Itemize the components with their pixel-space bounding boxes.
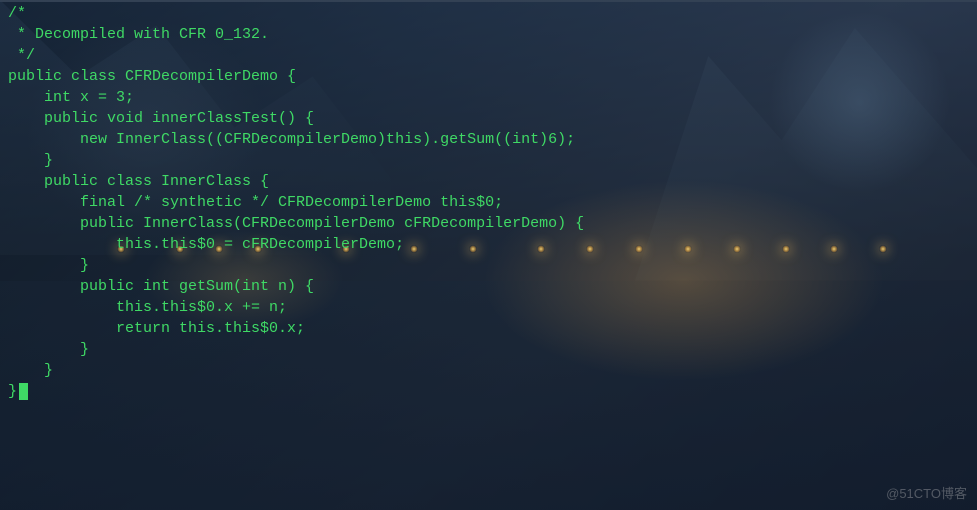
code-line: */ [8, 45, 969, 66]
code-line: return this.this$0.x; [8, 318, 969, 339]
code-line: new InnerClass((CFRDecompilerDemo)this).… [8, 129, 969, 150]
code-line: } [8, 360, 969, 381]
code-line: } [8, 339, 969, 360]
code-line: } [8, 381, 969, 402]
code-line: this.this$0.x += n; [8, 297, 969, 318]
code-line: public InnerClass(CFRDecompilerDemo cFRD… [8, 213, 969, 234]
text-cursor [19, 383, 28, 400]
code-line: public void innerClassTest() { [8, 108, 969, 129]
code-line: final /* synthetic */ CFRDecompilerDemo … [8, 192, 969, 213]
code-line: public class InnerClass { [8, 171, 969, 192]
code-line: public class CFRDecompilerDemo { [8, 66, 969, 87]
code-line: this.this$0 = cFRDecompilerDemo; [8, 234, 969, 255]
code-line: } [8, 255, 969, 276]
code-line: } [8, 150, 969, 171]
code-line: /* [8, 3, 969, 24]
code-line: public int getSum(int n) { [8, 276, 969, 297]
watermark-text: @51CTO博客 [886, 483, 967, 504]
code-editor[interactable]: /* * Decompiled with CFR 0_132. */ publi… [0, 0, 977, 405]
code-line: int x = 3; [8, 87, 969, 108]
code-line: * Decompiled with CFR 0_132. [8, 24, 969, 45]
